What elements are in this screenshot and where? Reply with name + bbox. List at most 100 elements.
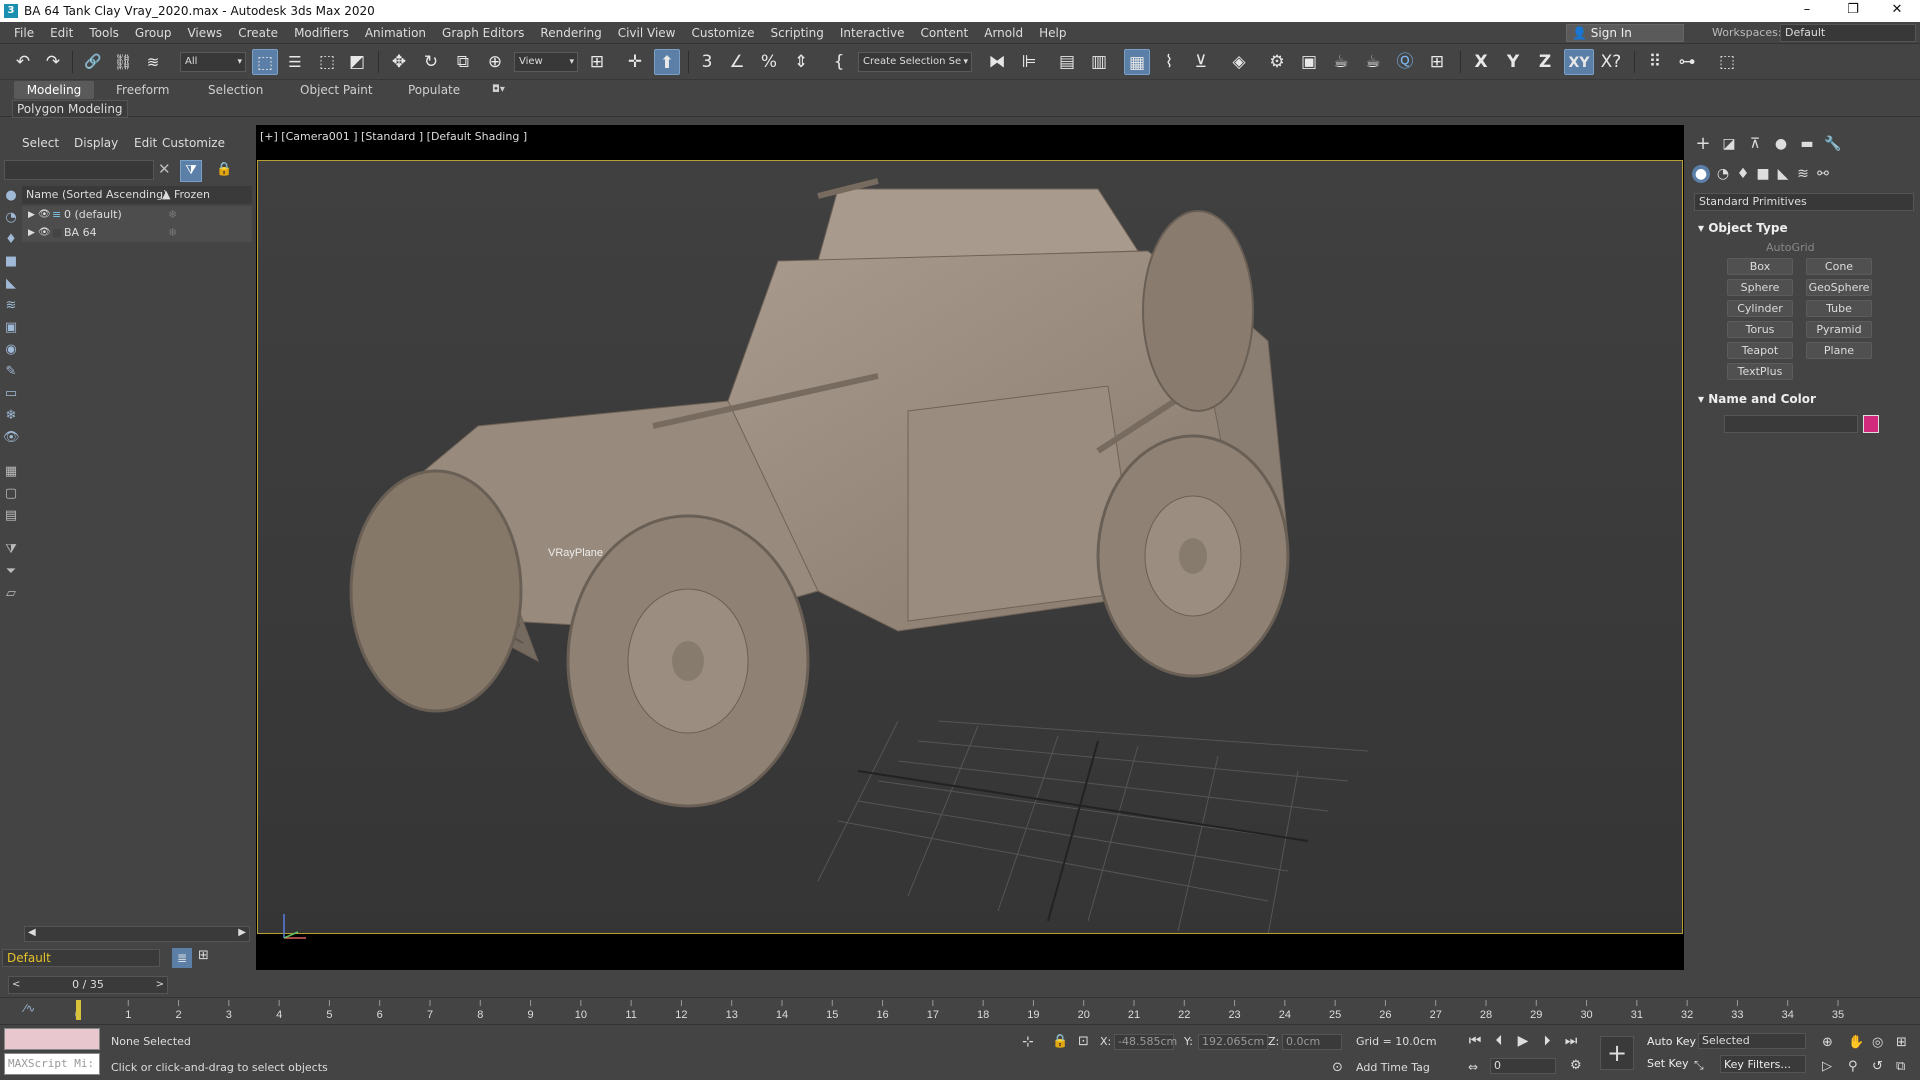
reference-coordinate-dropdown[interactable]: View	[514, 52, 578, 72]
auto-key-button[interactable]: Auto Key	[1644, 1033, 1699, 1051]
explorer-menu-customize[interactable]: Customize	[162, 136, 225, 150]
display-spacewarps-icon[interactable]: ≋	[3, 298, 19, 314]
curve-editor-mini-icon[interactable]: ⁄∿	[24, 1002, 35, 1015]
geometry-category-icon[interactable]: ●	[1692, 165, 1710, 183]
absolute-mode-icon[interactable]: ⊡	[1078, 1034, 1089, 1049]
menu-rendering[interactable]: Rendering	[532, 22, 609, 44]
align-icon[interactable]: ⊫	[1016, 49, 1042, 75]
mirror-icon[interactable]: ⧓	[984, 49, 1010, 75]
key-filters-button[interactable]: Key Filters...	[1720, 1055, 1806, 1073]
lock-icon[interactable]: 🔒	[216, 162, 232, 177]
systems-category-icon[interactable]: ⚯	[1814, 165, 1832, 183]
display-helpers-icon[interactable]: ◣	[3, 276, 19, 292]
scroll-left-icon[interactable]: ◀	[28, 927, 36, 938]
toggle-scene-explorer-icon[interactable]: ▤	[1054, 49, 1080, 75]
visibility-icon[interactable]: 👁	[38, 224, 51, 242]
box-button[interactable]: Box	[1727, 258, 1793, 275]
redo-icon[interactable]: ↷	[40, 49, 66, 75]
go-to-start-icon[interactable]: ⏮	[1464, 1030, 1486, 1052]
menu-file[interactable]: File	[6, 22, 42, 44]
torus-button[interactable]: Torus	[1727, 321, 1793, 338]
filter-toggle-icon[interactable]: ⧩	[180, 160, 202, 182]
tree-row-default-layer[interactable]: ▶ 👁 ≡ 0 (default) ❄	[22, 206, 252, 224]
object-color-swatch[interactable]	[1863, 415, 1879, 433]
restore-button[interactable]: ❐	[1830, 0, 1876, 22]
bind-space-warp-icon[interactable]: ≋	[140, 49, 166, 75]
orbit-icon[interactable]: ◎	[1872, 1035, 1883, 1050]
create-tab-icon[interactable]: +	[1694, 135, 1712, 153]
isolate-selection-icon[interactable]: ⊹	[1022, 1034, 1034, 1050]
display-cameras-icon[interactable]: ■	[3, 254, 19, 270]
time-configuration-icon[interactable]: ⚙	[1570, 1058, 1582, 1073]
default-tangents-icon[interactable]: ⤡	[1694, 1058, 1704, 1073]
sort-icon[interactable]: ▦	[3, 464, 19, 480]
axis-x-button[interactable]: X	[1468, 49, 1494, 75]
cone-button[interactable]: Cone	[1806, 258, 1872, 275]
pivot-center-icon[interactable]: ⊞	[584, 49, 610, 75]
object-name-field[interactable]	[1724, 415, 1858, 433]
menu-tools[interactable]: Tools	[81, 22, 127, 44]
sphere-button[interactable]: Sphere	[1727, 279, 1793, 296]
rendered-frame-window-icon[interactable]: ▣	[1296, 49, 1322, 75]
frozen-column-header[interactable]: ▲ Frozen	[162, 186, 210, 204]
menu-civil-view[interactable]: Civil View	[610, 22, 684, 44]
maxscript-listener-output[interactable]	[4, 1028, 100, 1050]
set-keys-icon[interactable]: +	[1600, 1036, 1634, 1070]
rectangular-selection-icon[interactable]: ⬚	[314, 49, 340, 75]
render-setup-icon[interactable]: ⚙	[1264, 49, 1290, 75]
snaps-toggle-icon[interactable]: 3	[694, 49, 720, 75]
selection-region-icon[interactable]: ⬚	[1714, 49, 1740, 75]
object-type-rollout[interactable]: ▾ Object Type	[1694, 219, 1914, 237]
link-icon[interactable]: 🔗	[80, 49, 106, 75]
walk-through-icon[interactable]: ⚲	[1848, 1059, 1858, 1074]
display-hidden-icon[interactable]: 👁	[3, 430, 20, 446]
x-coordinate-field[interactable]: -48.585cm	[1114, 1034, 1177, 1050]
textplus-button[interactable]: TextPlus	[1727, 363, 1793, 380]
layer-explorer-icon[interactable]: ≣	[172, 948, 192, 968]
select-object-icon[interactable]: ⬚	[252, 49, 278, 75]
roll-icon[interactable]: ↺	[1872, 1059, 1883, 1074]
next-frame-icon[interactable]: >	[156, 977, 164, 993]
display-containers-icon[interactable]: ▭	[3, 386, 19, 402]
time-slider[interactable]: < 0 / 35 >	[8, 976, 168, 994]
menu-arnold[interactable]: Arnold	[976, 22, 1031, 44]
schematic-view-icon[interactable]: ⊻	[1188, 49, 1214, 75]
freeze-icon[interactable]: ❄	[168, 224, 177, 242]
current-frame-field[interactable]: 0	[1490, 1058, 1556, 1074]
curve-editor-icon[interactable]: ⌇	[1156, 49, 1182, 75]
add-time-tag[interactable]: Add Time Tag	[1356, 1061, 1430, 1074]
filter-settings-icon[interactable]: ⏷	[3, 564, 19, 580]
tube-button[interactable]: Tube	[1806, 300, 1872, 317]
next-frame-button-icon[interactable]: ⏵	[1536, 1030, 1558, 1052]
percent-snap-icon[interactable]: %	[756, 49, 782, 75]
explorer-horizontal-scrollbar[interactable]: ◀ ▶	[24, 926, 250, 942]
keyboard-shortcut-override-icon[interactable]: ⬆	[654, 49, 680, 75]
selection-lock-icon[interactable]: 🔒	[1052, 1034, 1068, 1049]
field-of-view-icon[interactable]: ▷	[1822, 1059, 1832, 1074]
tree-row-ba64[interactable]: ▶ 👁 ■ BA 64 ❄	[22, 224, 252, 242]
expand-icon[interactable]: ▶	[28, 206, 35, 224]
menu-create[interactable]: Create	[230, 22, 286, 44]
shapes-category-icon[interactable]: ◔	[1714, 165, 1732, 183]
named-selection-dropdown[interactable]: Create Selection Se	[858, 52, 972, 72]
display-shapes-icon[interactable]: ◔	[3, 210, 19, 226]
qr-icon[interactable]: Ⓠ	[1392, 49, 1418, 75]
explorer-menu-display[interactable]: Display	[74, 136, 118, 150]
render-iterative-icon[interactable]: ☕	[1360, 49, 1386, 75]
geosphere-button[interactable]: GeoSphere	[1806, 279, 1872, 296]
menu-interactive[interactable]: Interactive	[832, 22, 913, 44]
pan-view-icon[interactable]: ✋	[1848, 1035, 1864, 1050]
undo-icon[interactable]: ↶	[10, 49, 36, 75]
previous-frame-icon[interactable]: ⏴	[1488, 1030, 1510, 1052]
render-grid-icon[interactable]: ⊞	[1424, 49, 1450, 75]
name-and-color-rollout[interactable]: ▾ Name and Color	[1694, 390, 1914, 408]
sign-in-button[interactable]: 👤 Sign In	[1566, 24, 1684, 42]
modify-tab-icon[interactable]: ◪	[1720, 135, 1738, 153]
go-to-end-icon[interactable]: ⏭	[1560, 1030, 1582, 1052]
cameras-category-icon[interactable]: ■	[1754, 165, 1772, 183]
maximize-viewport-icon[interactable]: ⊞	[1896, 1035, 1907, 1050]
motion-tab-icon[interactable]: ●	[1772, 135, 1790, 153]
explorer-menu-edit[interactable]: Edit	[134, 136, 157, 150]
select-by-name-icon[interactable]: ☰	[282, 49, 308, 75]
display-particles-icon[interactable]: ❄	[3, 408, 19, 424]
